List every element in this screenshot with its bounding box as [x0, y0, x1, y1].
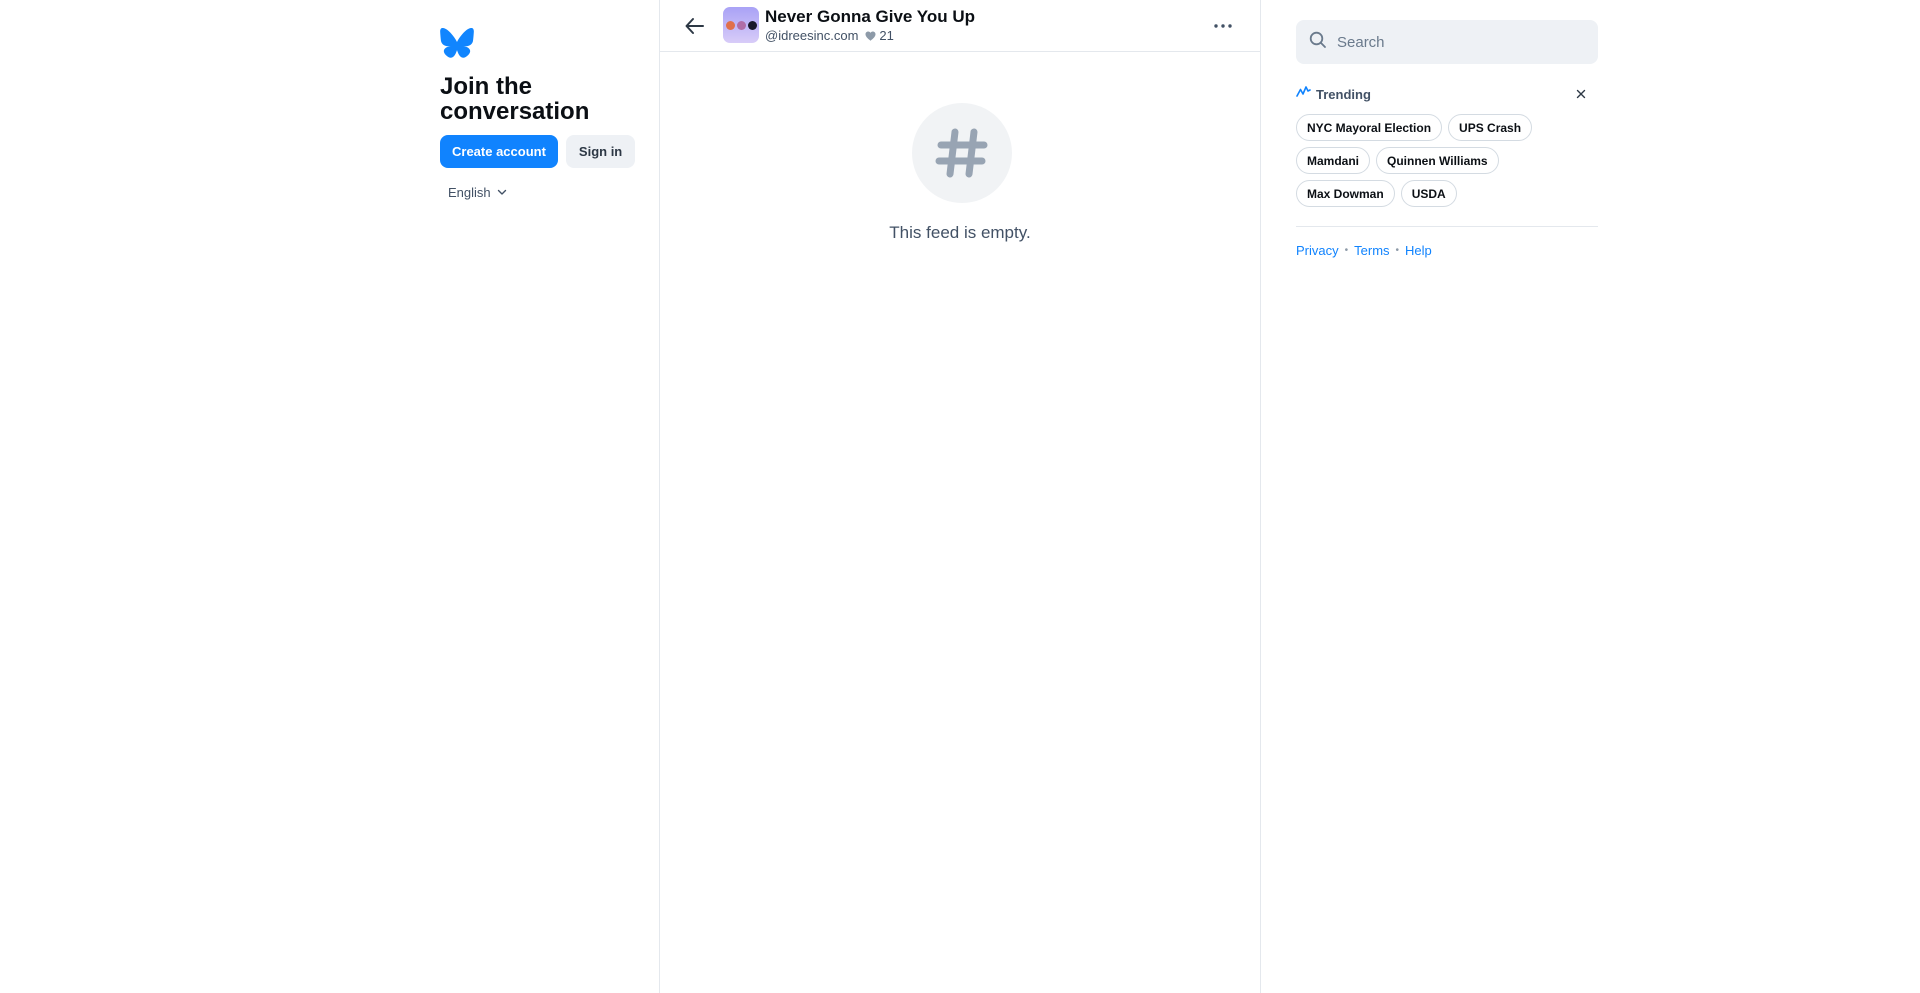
- like-count: 21: [879, 28, 894, 43]
- sign-in-button[interactable]: Sign in: [565, 135, 636, 168]
- search-box[interactable]: [1296, 20, 1598, 64]
- trending-label: Trending: [1316, 86, 1371, 102]
- separator-dot: •: [1395, 245, 1400, 256]
- divider: [1296, 226, 1598, 227]
- chevron-down-icon: [497, 185, 507, 200]
- terms-link[interactable]: Terms: [1354, 243, 1389, 258]
- trending-topic-chip[interactable]: USDA: [1400, 180, 1457, 207]
- feed-meta: @idreesinc.com 21: [765, 28, 894, 43]
- feed-column: Never Gonna Give You Up @idreesinc.com 2…: [659, 0, 1261, 993]
- avatar-dot: [736, 20, 746, 30]
- feed-handle[interactable]: @idreesinc.com: [765, 28, 858, 43]
- trending-topic-chip[interactable]: UPS Crash: [1448, 114, 1533, 141]
- search-input[interactable]: [1337, 33, 1577, 51]
- create-account-button[interactable]: Create account: [440, 135, 558, 168]
- trending-icon: [1296, 85, 1311, 103]
- language-select[interactable]: English: [448, 185, 507, 200]
- back-arrow-icon[interactable]: [682, 13, 708, 39]
- empty-feed-message: This feed is empty.: [889, 223, 1031, 242]
- search-icon: [1309, 31, 1327, 54]
- feed-title: Never Gonna Give You Up: [765, 7, 976, 26]
- avatar-dot: [747, 20, 757, 30]
- trending-topic-chip[interactable]: Max Dowman: [1296, 180, 1395, 207]
- hashtag-icon: [912, 103, 1012, 203]
- close-icon[interactable]: [1574, 87, 1588, 101]
- privacy-link[interactable]: Privacy: [1296, 243, 1339, 258]
- trending-header: Trending: [1296, 84, 1598, 104]
- avatar-dot: [725, 20, 735, 30]
- join-title: Join the conversation: [440, 73, 590, 125]
- trending-topics: NYC Mayoral Election UPS Crash Mamdani Q…: [1296, 114, 1598, 207]
- trending-topic-chip[interactable]: Quinnen Williams: [1376, 147, 1499, 174]
- trending-topic-chip[interactable]: Mamdani: [1296, 147, 1371, 174]
- separator-dot: •: [1344, 245, 1349, 256]
- butterfly-logo-icon[interactable]: [440, 27, 474, 58]
- app-root: Join the conversation Create account Sig…: [0, 0, 1920, 993]
- trending-topic-chip[interactable]: NYC Mayoral Election: [1296, 114, 1443, 141]
- heart-icon: [865, 30, 876, 41]
- footer-links: Privacy • Terms • Help: [1296, 243, 1432, 258]
- feed-header: Never Gonna Give You Up @idreesinc.com 2…: [660, 0, 1260, 52]
- feed-avatar[interactable]: [723, 7, 759, 43]
- auth-buttons: Create account Sign in: [440, 135, 636, 168]
- language-label: English: [448, 185, 491, 200]
- more-options-icon[interactable]: [1210, 15, 1236, 37]
- help-link[interactable]: Help: [1405, 243, 1432, 258]
